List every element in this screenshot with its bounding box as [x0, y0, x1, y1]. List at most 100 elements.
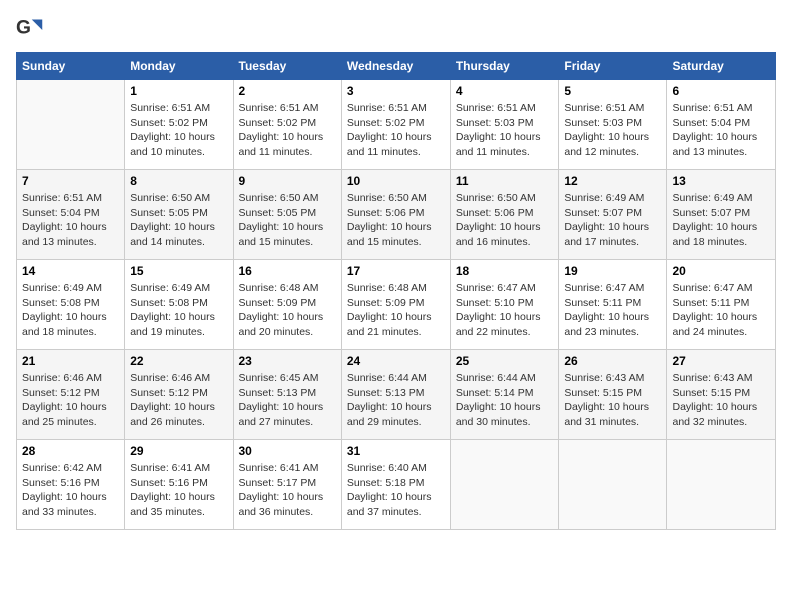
day-info: Sunrise: 6:41 AM Sunset: 5:16 PM Dayligh…	[130, 461, 227, 520]
daylight-text: Daylight: 10 hours and 11 minutes.	[239, 131, 324, 158]
sunrise-text: Sunrise: 6:51 AM	[456, 102, 536, 114]
day-header-wednesday: Wednesday	[341, 53, 450, 80]
day-info: Sunrise: 6:46 AM Sunset: 5:12 PM Dayligh…	[130, 371, 227, 430]
sunset-text: Sunset: 5:08 PM	[130, 297, 208, 309]
calendar-week-row: 1 Sunrise: 6:51 AM Sunset: 5:02 PM Dayli…	[17, 80, 776, 170]
sunrise-text: Sunrise: 6:47 AM	[564, 282, 644, 294]
day-info: Sunrise: 6:51 AM Sunset: 5:04 PM Dayligh…	[672, 101, 770, 160]
sunset-text: Sunset: 5:15 PM	[672, 387, 750, 399]
day-header-tuesday: Tuesday	[233, 53, 341, 80]
sunset-text: Sunset: 5:15 PM	[564, 387, 642, 399]
daylight-text: Daylight: 10 hours and 19 minutes.	[130, 311, 215, 338]
day-number: 18	[456, 264, 554, 278]
calendar-cell: 15 Sunrise: 6:49 AM Sunset: 5:08 PM Dayl…	[125, 260, 233, 350]
calendar-cell: 23 Sunrise: 6:45 AM Sunset: 5:13 PM Dayl…	[233, 350, 341, 440]
daylight-text: Daylight: 10 hours and 24 minutes.	[672, 311, 757, 338]
daylight-text: Daylight: 10 hours and 33 minutes.	[22, 491, 107, 518]
calendar-cell: 5 Sunrise: 6:51 AM Sunset: 5:03 PM Dayli…	[559, 80, 667, 170]
sunrise-text: Sunrise: 6:42 AM	[22, 462, 102, 474]
sunrise-text: Sunrise: 6:44 AM	[456, 372, 536, 384]
day-info: Sunrise: 6:51 AM Sunset: 5:04 PM Dayligh…	[22, 191, 119, 250]
day-info: Sunrise: 6:49 AM Sunset: 5:07 PM Dayligh…	[672, 191, 770, 250]
sunrise-text: Sunrise: 6:47 AM	[672, 282, 752, 294]
sunset-text: Sunset: 5:07 PM	[564, 207, 642, 219]
page-header: G	[16, 16, 776, 44]
day-info: Sunrise: 6:40 AM Sunset: 5:18 PM Dayligh…	[347, 461, 445, 520]
sunrise-text: Sunrise: 6:43 AM	[564, 372, 644, 384]
sunrise-text: Sunrise: 6:51 AM	[239, 102, 319, 114]
sunrise-text: Sunrise: 6:48 AM	[239, 282, 319, 294]
day-number: 24	[347, 354, 445, 368]
sunset-text: Sunset: 5:16 PM	[130, 477, 208, 489]
calendar-cell: 14 Sunrise: 6:49 AM Sunset: 5:08 PM Dayl…	[17, 260, 125, 350]
day-number: 22	[130, 354, 227, 368]
calendar-cell: 30 Sunrise: 6:41 AM Sunset: 5:17 PM Dayl…	[233, 440, 341, 530]
day-info: Sunrise: 6:51 AM Sunset: 5:03 PM Dayligh…	[456, 101, 554, 160]
sunset-text: Sunset: 5:16 PM	[22, 477, 100, 489]
day-number: 23	[239, 354, 336, 368]
day-number: 4	[456, 84, 554, 98]
daylight-text: Daylight: 10 hours and 10 minutes.	[130, 131, 215, 158]
day-info: Sunrise: 6:47 AM Sunset: 5:11 PM Dayligh…	[564, 281, 661, 340]
sunset-text: Sunset: 5:08 PM	[22, 297, 100, 309]
daylight-text: Daylight: 10 hours and 16 minutes.	[456, 221, 541, 248]
calendar-cell: 6 Sunrise: 6:51 AM Sunset: 5:04 PM Dayli…	[667, 80, 776, 170]
sunrise-text: Sunrise: 6:49 AM	[672, 192, 752, 204]
sunrise-text: Sunrise: 6:46 AM	[130, 372, 210, 384]
daylight-text: Daylight: 10 hours and 20 minutes.	[239, 311, 324, 338]
calendar-cell: 29 Sunrise: 6:41 AM Sunset: 5:16 PM Dayl…	[125, 440, 233, 530]
day-number: 11	[456, 174, 554, 188]
daylight-text: Daylight: 10 hours and 26 minutes.	[130, 401, 215, 428]
day-number: 31	[347, 444, 445, 458]
day-number: 19	[564, 264, 661, 278]
sunset-text: Sunset: 5:04 PM	[672, 117, 750, 129]
day-number: 3	[347, 84, 445, 98]
daylight-text: Daylight: 10 hours and 23 minutes.	[564, 311, 649, 338]
sunset-text: Sunset: 5:12 PM	[130, 387, 208, 399]
calendar-cell	[559, 440, 667, 530]
daylight-text: Daylight: 10 hours and 32 minutes.	[672, 401, 757, 428]
sunset-text: Sunset: 5:06 PM	[347, 207, 425, 219]
day-info: Sunrise: 6:46 AM Sunset: 5:12 PM Dayligh…	[22, 371, 119, 430]
day-header-monday: Monday	[125, 53, 233, 80]
day-number: 30	[239, 444, 336, 458]
calendar-cell	[17, 80, 125, 170]
sunset-text: Sunset: 5:17 PM	[239, 477, 317, 489]
day-info: Sunrise: 6:42 AM Sunset: 5:16 PM Dayligh…	[22, 461, 119, 520]
day-number: 26	[564, 354, 661, 368]
daylight-text: Daylight: 10 hours and 18 minutes.	[672, 221, 757, 248]
daylight-text: Daylight: 10 hours and 31 minutes.	[564, 401, 649, 428]
sunset-text: Sunset: 5:13 PM	[347, 387, 425, 399]
day-number: 7	[22, 174, 119, 188]
sunset-text: Sunset: 5:13 PM	[239, 387, 317, 399]
day-number: 2	[239, 84, 336, 98]
calendar-cell: 1 Sunrise: 6:51 AM Sunset: 5:02 PM Dayli…	[125, 80, 233, 170]
calendar-cell: 28 Sunrise: 6:42 AM Sunset: 5:16 PM Dayl…	[17, 440, 125, 530]
calendar-cell: 31 Sunrise: 6:40 AM Sunset: 5:18 PM Dayl…	[341, 440, 450, 530]
sunset-text: Sunset: 5:02 PM	[130, 117, 208, 129]
daylight-text: Daylight: 10 hours and 22 minutes.	[456, 311, 541, 338]
sunrise-text: Sunrise: 6:51 AM	[130, 102, 210, 114]
day-number: 25	[456, 354, 554, 368]
daylight-text: Daylight: 10 hours and 18 minutes.	[22, 311, 107, 338]
day-info: Sunrise: 6:50 AM Sunset: 5:06 PM Dayligh…	[456, 191, 554, 250]
day-info: Sunrise: 6:43 AM Sunset: 5:15 PM Dayligh…	[564, 371, 661, 430]
day-number: 10	[347, 174, 445, 188]
sunrise-text: Sunrise: 6:50 AM	[130, 192, 210, 204]
calendar-cell: 16 Sunrise: 6:48 AM Sunset: 5:09 PM Dayl…	[233, 260, 341, 350]
calendar-week-row: 7 Sunrise: 6:51 AM Sunset: 5:04 PM Dayli…	[17, 170, 776, 260]
daylight-text: Daylight: 10 hours and 25 minutes.	[22, 401, 107, 428]
day-number: 20	[672, 264, 770, 278]
calendar-cell: 17 Sunrise: 6:48 AM Sunset: 5:09 PM Dayl…	[341, 260, 450, 350]
day-info: Sunrise: 6:51 AM Sunset: 5:03 PM Dayligh…	[564, 101, 661, 160]
day-number: 15	[130, 264, 227, 278]
calendar-cell: 7 Sunrise: 6:51 AM Sunset: 5:04 PM Dayli…	[17, 170, 125, 260]
sunrise-text: Sunrise: 6:40 AM	[347, 462, 427, 474]
sunset-text: Sunset: 5:03 PM	[564, 117, 642, 129]
sunrise-text: Sunrise: 6:50 AM	[456, 192, 536, 204]
sunrise-text: Sunrise: 6:46 AM	[22, 372, 102, 384]
day-info: Sunrise: 6:51 AM Sunset: 5:02 PM Dayligh…	[130, 101, 227, 160]
sunrise-text: Sunrise: 6:44 AM	[347, 372, 427, 384]
calendar-cell	[667, 440, 776, 530]
daylight-text: Daylight: 10 hours and 29 minutes.	[347, 401, 432, 428]
